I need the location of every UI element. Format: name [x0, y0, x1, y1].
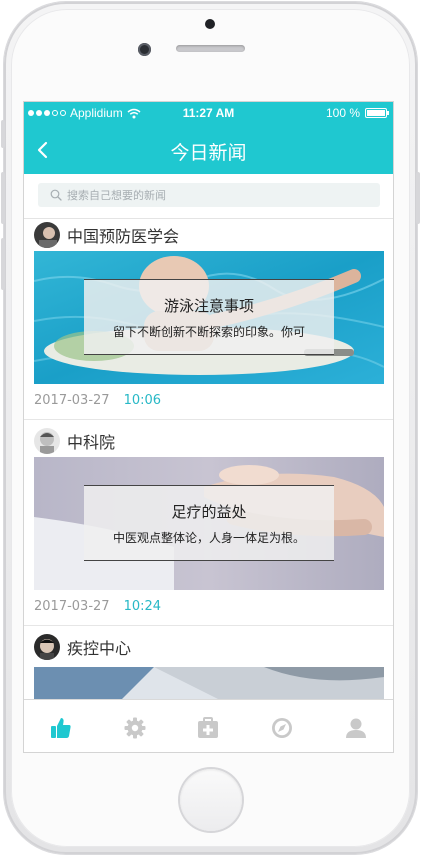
search-box[interactable] [38, 183, 380, 207]
news-image[interactable]: 足疗的益处 中医观点整体论，人身一体足为根。 [34, 457, 384, 590]
source-name: 中科院 [67, 433, 116, 452]
app-screen: Applidium 11:27 AM 100 % 今日新闻 搜索自己想要的新闻 … [23, 101, 394, 753]
source-name: 中国预防医学会 [67, 227, 180, 246]
tab-medical[interactable] [194, 714, 222, 742]
image-caption: 游泳注意事项 留下不断创新不断探索的印象。你可 [84, 279, 334, 355]
front-sensor [205, 19, 215, 29]
battery-percent: 100 % [325, 106, 360, 120]
card-meta: 2017-03-27 10:24 [34, 596, 161, 616]
publish-date: 2017-03-27 [34, 598, 110, 614]
news-feed[interactable]: 中国预防医学会 游泳注意事项 留下不断创新不断探索的印象。你可 2017-03-… [24, 219, 393, 699]
avatar [34, 222, 60, 248]
news-photo [34, 667, 384, 699]
person-icon [346, 718, 367, 738]
summary: 中医观点整体论，人身一体足为根。 [112, 531, 305, 545]
tab-discover[interactable] [268, 714, 296, 742]
tab-bar [24, 699, 393, 752]
thumbs-up-icon [50, 717, 71, 738]
card-divider [24, 419, 393, 420]
status-bar: Applidium 11:27 AM 100 % [24, 102, 393, 126]
mute-switch [1, 120, 5, 148]
card-divider [24, 625, 393, 626]
power-button [416, 172, 420, 224]
news-image[interactable]: 游泳注意事项 留下不断创新不断探索的印象。你可 [34, 251, 384, 384]
news-card[interactable]: 中科院 足疗的益处 中医观点整体论，人身一体足为根。 2017-03-27 10… [24, 425, 393, 621]
publish-time: 10:24 [123, 598, 162, 614]
publish-time: 10:06 [123, 392, 162, 408]
nav-bar: 今日新闻 [24, 126, 393, 174]
source-name: 疾控中心 [67, 639, 132, 658]
tab-profile[interactable] [342, 714, 370, 742]
news-image[interactable] [34, 667, 384, 699]
home-button[interactable] [180, 769, 242, 831]
battery-icon [365, 108, 389, 118]
headline: 游泳注意事项 [163, 297, 254, 315]
page-title: 今日新闻 [170, 142, 247, 164]
front-camera [138, 43, 151, 56]
volume-down-button [1, 238, 5, 290]
headline: 足疗的益处 [171, 503, 247, 521]
news-card[interactable]: 疾控中心 [24, 631, 393, 699]
search-input[interactable] [67, 188, 357, 202]
news-card[interactable]: 中国预防医学会 游泳注意事项 留下不断创新不断探索的印象。你可 2017-03-… [24, 219, 393, 415]
avatar [34, 634, 60, 660]
gear-icon [124, 717, 146, 738]
tab-like[interactable] [47, 714, 75, 742]
card-header: 中科院 [34, 425, 115, 457]
search-bar [24, 174, 393, 219]
card-header: 疾控中心 [34, 631, 131, 663]
compass-icon [272, 717, 293, 738]
card-header: 中国预防医学会 [34, 219, 179, 251]
image-caption: 足疗的益处 中医观点整体论，人身一体足为根。 [84, 485, 334, 561]
publish-date: 2017-03-27 [34, 392, 110, 408]
avatar [34, 428, 60, 454]
medical-kit-icon [198, 716, 219, 738]
search-icon [50, 189, 62, 201]
volume-up-button [1, 172, 5, 224]
earpiece-speaker [176, 45, 245, 52]
status-right: 100 % [325, 106, 389, 120]
tab-settings[interactable] [121, 714, 149, 742]
card-meta: 2017-03-27 10:06 [34, 390, 161, 410]
summary: 留下不断创新不断探索的印象。你可 [112, 325, 305, 339]
